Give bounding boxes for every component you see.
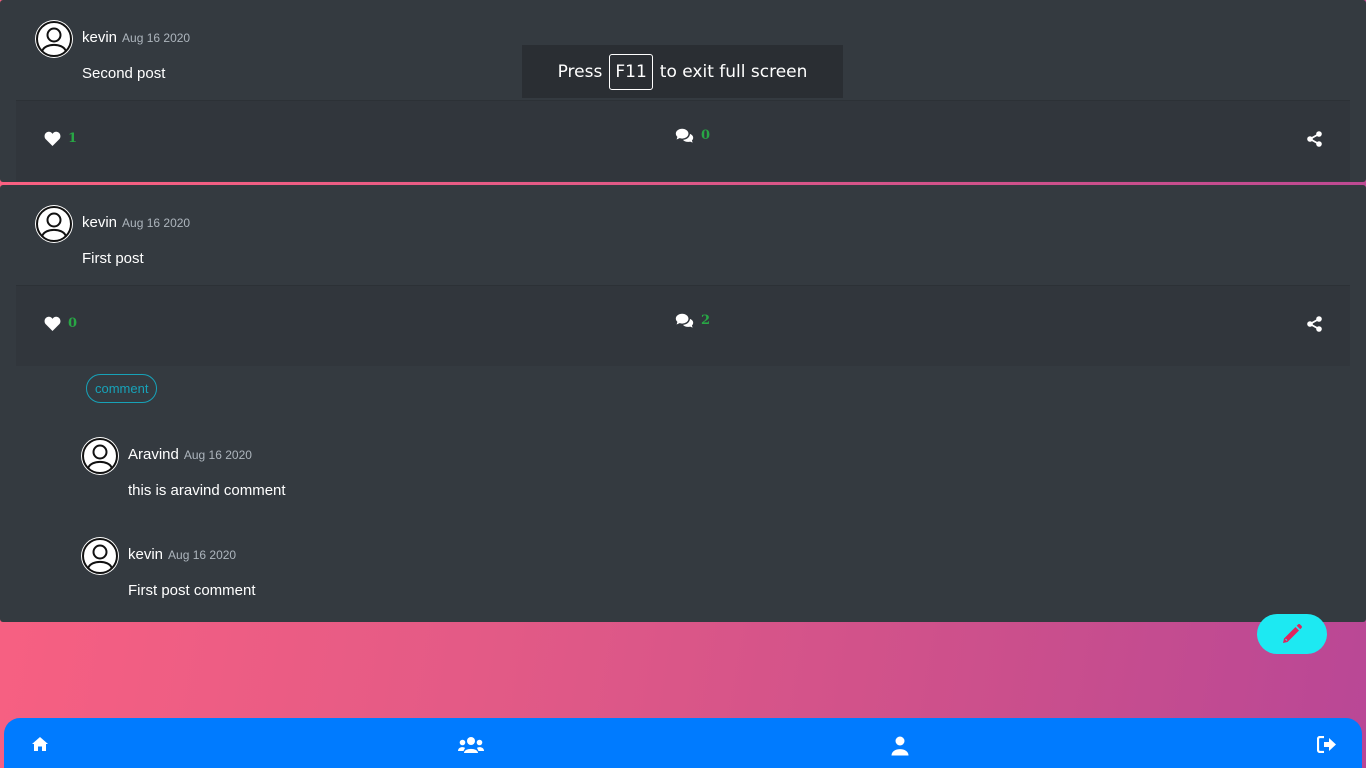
heart-icon [44,316,61,331]
user-avatar-icon [82,538,118,574]
comments-icon [675,128,694,143]
comments-icon [675,313,694,328]
user-avatar-icon [36,206,72,242]
comment-item: kevin Aug 16 2020 First post comment [81,537,256,599]
like-button[interactable]: 0 [44,316,77,331]
nav-profile[interactable] [891,736,909,761]
post-meta: kevin Aug 16 2020 First post [82,214,190,267]
post-text: Second post [82,65,166,82]
like-count: 1 [68,131,78,146]
share-icon [1307,131,1322,147]
comment-item: Aravind Aug 16 2020 this is aravind comme… [81,437,286,499]
post-date: Aug 16 2020 [122,216,191,230]
user-icon [891,736,909,756]
home-icon [32,737,48,751]
post-actions: 0 2 [16,285,1350,366]
nav-users[interactable] [458,736,484,759]
comment-date: Aug 16 2020 [183,448,252,462]
users-icon [458,737,484,753]
fullscreen-notice-suffix: to exit full screen [659,61,808,82]
comments-button[interactable]: 2 [675,313,710,328]
post-author[interactable]: kevin [82,214,117,231]
user-avatar-icon [82,438,118,474]
avatar [35,205,73,243]
pencil-icon [1283,624,1302,643]
comment-count: 0 [701,128,711,143]
post-actions: 1 0 [16,100,1350,181]
new-post-button[interactable] [1257,614,1327,654]
avatar [81,537,119,575]
comment-count: 2 [701,313,711,328]
post-text: First post [82,250,144,267]
comment-text: First post comment [128,582,256,599]
avatar [81,437,119,475]
comment-meta: kevin Aug 16 2020 First post comment [128,546,256,599]
fullscreen-notice: Press F11 to exit full screen [522,45,843,98]
comment-author[interactable]: kevin [128,546,163,563]
nav-home[interactable] [31,736,49,757]
nav-logout[interactable] [1316,735,1337,758]
post-header: kevin Aug 16 2020 First post [35,205,190,267]
share-button[interactable] [1307,131,1322,147]
bottom-nav [4,718,1362,768]
comment-button[interactable]: comment [86,374,158,403]
comment-text: this is aravind comment [128,482,286,499]
share-icon [1307,316,1322,332]
sign-out-icon [1316,735,1336,754]
fullscreen-notice-press: Press [557,61,603,82]
avatar [35,20,73,58]
like-count: 0 [68,316,78,331]
comment-meta: Aravind Aug 16 2020 this is aravind comme… [128,446,286,499]
comment-author[interactable]: Aravind [128,446,179,463]
post-header: kevin Aug 16 2020 Second post [35,20,190,82]
heart-icon [44,131,61,146]
fullscreen-notice-key: F11 [609,53,653,90]
post-author[interactable]: kevin [82,29,117,46]
like-button[interactable]: 1 [44,131,77,146]
post-date: Aug 16 2020 [122,31,191,45]
user-avatar-icon [36,21,72,57]
post-meta: kevin Aug 16 2020 Second post [82,29,190,82]
comment-date: Aug 16 2020 [168,548,237,562]
post-card: kevin Aug 16 2020 First post 0 2 comment … [0,185,1366,622]
comments-button[interactable]: 0 [675,128,710,143]
share-button[interactable] [1307,316,1322,332]
